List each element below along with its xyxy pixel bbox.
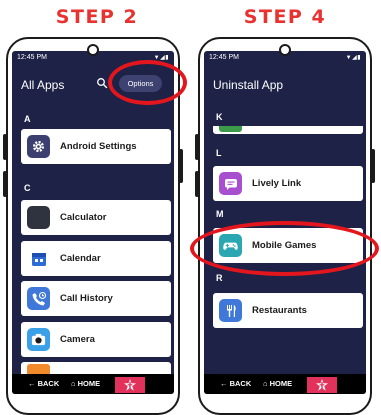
app-row-android-settings[interactable]: Android Settings [21,129,171,164]
volume-button [3,134,7,160]
arrow-left-icon: ← [28,379,36,388]
search-icon[interactable] [96,77,108,89]
bottom-nav-bar: ← BACK ⌂ HOME [12,374,174,394]
volume-button [195,134,199,160]
home-icon: ⌂ [71,379,76,388]
section-letter: K [216,112,223,122]
app-icon [219,126,242,132]
arrow-left-icon: ← [220,379,228,388]
app-label: Lively Link [252,178,302,189]
app-label: Calculator [60,212,107,223]
lively-star-icon [124,379,136,391]
app-row-camera[interactable]: Camera [21,322,171,357]
volume-button [195,171,199,197]
lively-star-icon [316,379,328,391]
back-label: BACK [229,379,252,388]
app-row-lively-link[interactable]: Lively Link [213,166,363,201]
step-2-title: STEP 2 [55,6,139,28]
page-title: Uninstall App [213,78,284,92]
section-letter: A [24,114,31,124]
page-title: All Apps [21,78,65,92]
app-row-partial [21,362,171,374]
bottom-nav-bar: ← BACK ⌂ HOME [204,374,366,394]
step-4-title: STEP 4 [243,6,327,28]
lively-button[interactable] [115,377,145,393]
volume-button [3,171,7,197]
app-icon [27,364,50,374]
gear-icon [27,135,50,158]
home-icon: ⌂ [263,379,268,388]
home-button[interactable]: ⌂ HOME [263,379,292,388]
home-label: HOME [269,379,293,388]
app-label: Calendar [60,253,101,264]
status-time: 12:45 PM [209,54,239,61]
app-label: Call History [60,293,113,304]
app-row-partial [213,126,363,134]
lively-button[interactable] [307,377,337,393]
camera-icon [27,328,50,351]
section-letter: M [216,209,224,219]
back-label: BACK [37,379,60,388]
calendar-icon [27,247,50,270]
app-row-restaurants[interactable]: Restaurants [213,293,363,328]
status-time: 12:45 PM [17,54,47,61]
section-letter: C [24,183,31,193]
highlight-ring-options [108,60,187,105]
home-button[interactable]: ⌂ HOME [71,379,100,388]
app-label: Restaurants [252,305,307,316]
home-label: HOME [77,379,101,388]
back-button[interactable]: ← BACK [220,379,251,388]
section-letter: R [216,273,223,283]
app-row-calendar[interactable]: Calendar [21,241,171,276]
power-button [371,149,375,183]
chat-icon [219,172,242,195]
front-camera [279,44,291,56]
power-button [179,149,183,183]
signal-battery-icon: ▼◢▮ [345,55,361,61]
app-label: Camera [60,334,95,345]
utensils-icon [219,299,242,322]
front-camera [87,44,99,56]
app-row-call-history[interactable]: Call History [21,281,171,316]
app-row-calculator[interactable]: Calculator [21,200,171,235]
section-letter: L [216,148,222,158]
calculator-icon [27,206,50,229]
back-button[interactable]: ← BACK [28,379,59,388]
highlight-ring-mobile-games [190,221,379,276]
call-history-icon [27,287,50,310]
app-label: Android Settings [60,141,137,152]
